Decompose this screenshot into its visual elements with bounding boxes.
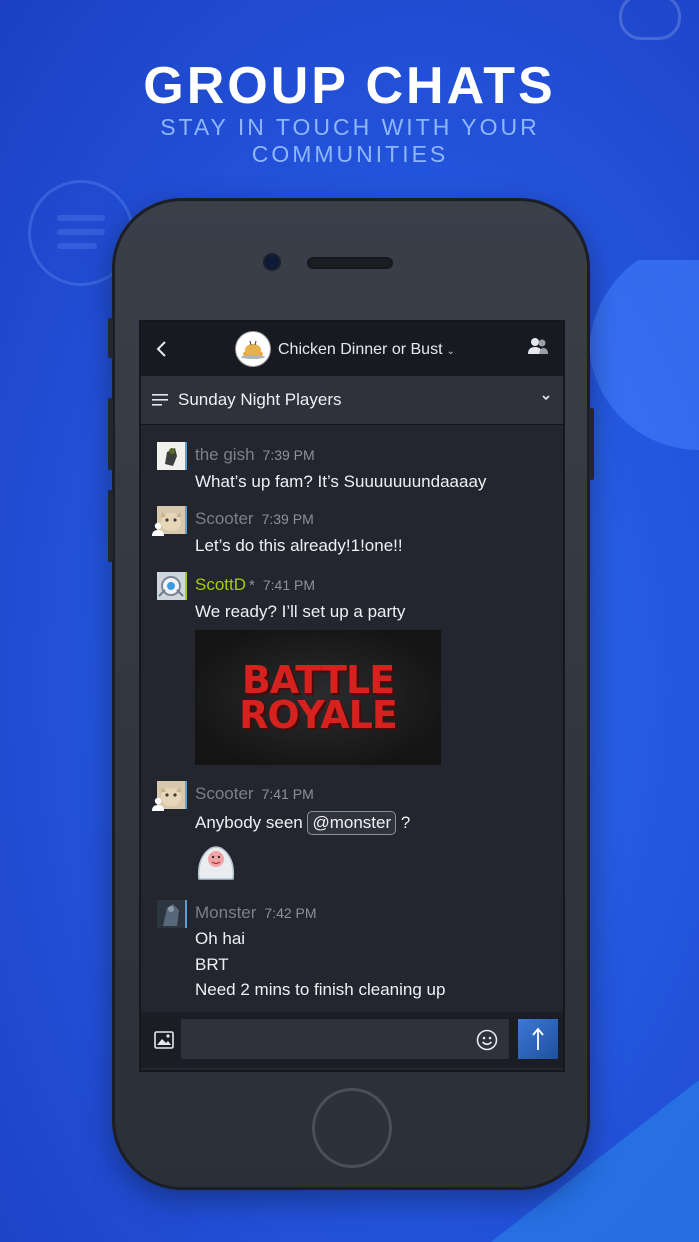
home-button[interactable] xyxy=(312,1088,392,1168)
phone-frame: Chicken Dinner or Bust ⌄ Sunday Night Pla… xyxy=(108,198,594,1190)
message-author[interactable]: Monster 7:42 PM xyxy=(195,903,317,923)
channel-name: Sunday Night Players xyxy=(178,390,342,409)
chevron-down-icon[interactable] xyxy=(541,394,551,402)
volume-up-button xyxy=(108,398,113,470)
message-time: 7:39 PM xyxy=(261,511,314,527)
message-time: 7:41 PM xyxy=(262,577,316,593)
username: Scooter xyxy=(195,784,254,803)
chat-bubble-decoration-icon xyxy=(619,0,681,40)
avatar[interactable] xyxy=(157,442,185,470)
app-screen: Chicken Dinner or Bust ⌄ Sunday Night Pla… xyxy=(139,320,565,1072)
status-indicator xyxy=(185,442,187,470)
avatar[interactable] xyxy=(157,572,185,600)
message-author[interactable]: Scooter 7:41 PM xyxy=(195,784,314,804)
friend-icon xyxy=(152,522,164,536)
username: the gish xyxy=(195,445,255,464)
send-arrow-icon xyxy=(532,1027,544,1050)
avatar[interactable] xyxy=(157,900,185,928)
message-author[interactable]: ScottD * 7:41 PM xyxy=(195,575,315,595)
message-author[interactable]: the gish 7:39 PM xyxy=(195,445,315,465)
shared-image[interactable]: BATTLE ROYALE xyxy=(195,630,441,765)
status-indicator xyxy=(185,506,187,534)
volume-down-button xyxy=(108,490,113,562)
message-input[interactable] xyxy=(181,1019,509,1059)
message-text: Anybody seen @monster ? xyxy=(195,811,410,835)
mute-switch xyxy=(108,318,113,358)
sticker-icon[interactable] xyxy=(195,841,237,881)
chevron-down-icon: ⌄ xyxy=(446,346,455,357)
message-text: Oh hai xyxy=(195,929,246,948)
group-name: Chicken Dinner or Bust xyxy=(278,341,443,358)
status-indicator xyxy=(185,781,187,809)
message-composer xyxy=(141,1012,563,1068)
message-time: 7:42 PM xyxy=(264,905,317,921)
username: ScottD xyxy=(195,575,247,594)
menu-icon[interactable] xyxy=(152,394,168,406)
emoji-icon[interactable] xyxy=(476,1029,498,1051)
front-camera xyxy=(265,255,279,269)
group-name-dropdown[interactable]: Chicken Dinner or Bust ⌄ xyxy=(278,341,455,359)
page-title: GROUP CHATS xyxy=(143,57,556,115)
status-indicator xyxy=(185,572,187,600)
members-icon[interactable] xyxy=(527,337,549,355)
background-shape xyxy=(589,260,699,450)
message-time: 7:39 PM xyxy=(262,447,315,463)
status-indicator xyxy=(185,900,187,928)
chat-header: Chicken Dinner or Bust ⌄ xyxy=(141,322,563,376)
message-text: Let’s do this already!1!one!! xyxy=(195,536,403,555)
nickname-marker: * xyxy=(249,577,255,594)
channel-selector[interactable]: Sunday Night Players xyxy=(141,376,563,425)
username: Scooter xyxy=(195,509,254,528)
user-mention[interactable]: @monster xyxy=(307,811,397,835)
message-time: 7:41 PM xyxy=(261,786,314,802)
message-author[interactable]: Scooter 7:39 PM xyxy=(195,509,314,529)
page-subtitle: STAY IN TOUCH WITH YOUR COMMUNITIES xyxy=(160,114,540,167)
username: Monster xyxy=(195,903,257,922)
group-avatar[interactable] xyxy=(235,331,271,367)
earpiece-speaker xyxy=(309,259,391,267)
send-button[interactable] xyxy=(518,1019,558,1059)
power-button xyxy=(589,408,594,480)
message-text: What’s up fam? It’s Suuuuuuundaaaay xyxy=(195,472,487,491)
message-text: Need 2 mins to finish cleaning up xyxy=(195,980,446,999)
image-icon[interactable] xyxy=(154,1031,174,1049)
message-text: We ready? I’ll set up a party xyxy=(195,602,406,621)
message-text: BRT xyxy=(195,955,229,974)
chevron-left-icon[interactable] xyxy=(153,340,171,358)
friend-icon xyxy=(152,797,164,811)
image-caption: BATTLE ROYALE xyxy=(239,658,398,737)
